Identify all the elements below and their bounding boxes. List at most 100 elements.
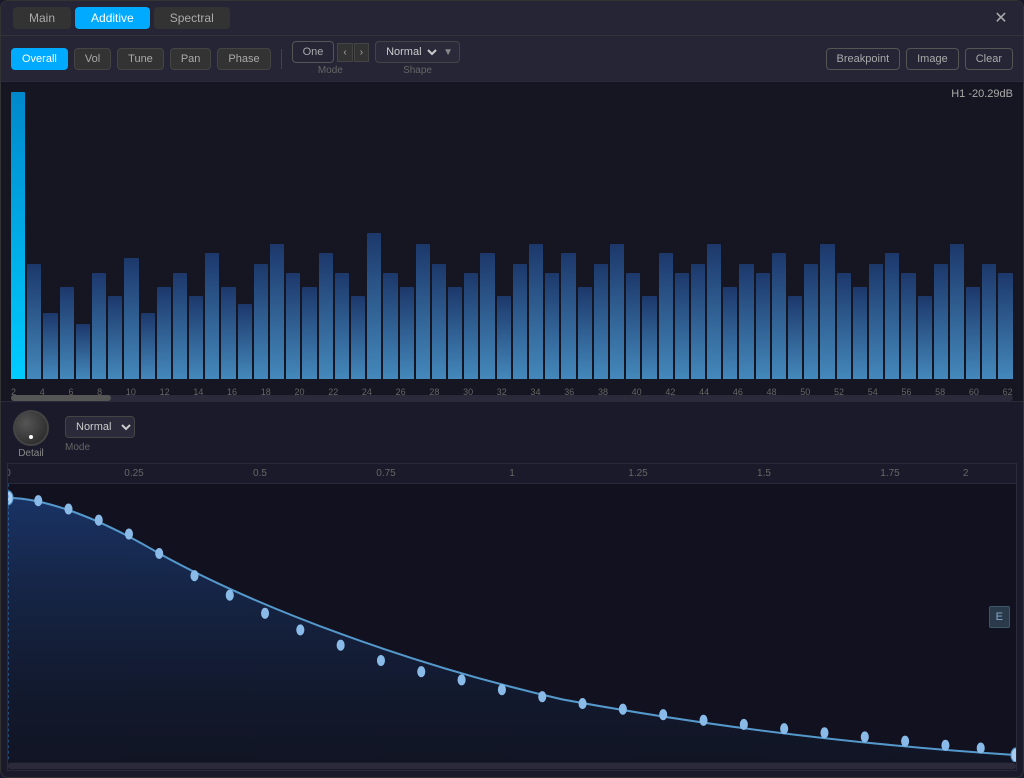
- tab-spectral[interactable]: Spectral: [154, 7, 230, 29]
- spectrum-bar-21: [351, 296, 365, 379]
- ctrl-pan[interactable]: Pan: [170, 48, 212, 70]
- bar-wrapper-17[interactable]: [286, 92, 300, 379]
- bar-wrapper-25[interactable]: [416, 92, 430, 379]
- envelope-e-button[interactable]: E: [989, 606, 1010, 628]
- bar-wrapper-34[interactable]: [561, 92, 575, 379]
- bar-wrapper-41[interactable]: [675, 92, 689, 379]
- spectrum-bar-17: [286, 273, 300, 379]
- nav-prev[interactable]: ‹: [337, 43, 352, 62]
- bar-wrapper-55[interactable]: [901, 92, 915, 379]
- image-button[interactable]: Image: [906, 48, 959, 70]
- mode-one-button[interactable]: One: [292, 41, 335, 63]
- bar-wrapper-57[interactable]: [934, 92, 948, 379]
- bar-wrapper-0[interactable]: [11, 92, 25, 379]
- spectrum-bar-58: [950, 244, 964, 379]
- bar-wrapper-32[interactable]: [529, 92, 543, 379]
- bar-wrapper-13[interactable]: [221, 92, 235, 379]
- ctrl-vol[interactable]: Vol: [74, 48, 111, 70]
- bar-wrapper-4[interactable]: [76, 92, 90, 379]
- bar-wrapper-20[interactable]: [335, 92, 349, 379]
- bar-wrapper-7[interactable]: [124, 92, 138, 379]
- envelope-area[interactable]: 00.250.50.7511.251.51.752: [7, 463, 1017, 771]
- spectrum-bars[interactable]: [11, 92, 1013, 379]
- bar-wrapper-18[interactable]: [302, 92, 316, 379]
- bar-wrapper-40[interactable]: [659, 92, 673, 379]
- bar-wrapper-30[interactable]: [497, 92, 511, 379]
- bar-wrapper-43[interactable]: [707, 92, 721, 379]
- detail-knob[interactable]: [13, 410, 49, 446]
- close-button[interactable]: ✕: [991, 8, 1011, 28]
- bar-wrapper-36[interactable]: [594, 92, 608, 379]
- bar-wrapper-50[interactable]: [820, 92, 834, 379]
- bar-wrapper-38[interactable]: [626, 92, 640, 379]
- lower-controls: Detail Normal Fine Coarse Mode: [1, 402, 1023, 463]
- spectrum-scrollbar[interactable]: [11, 395, 1013, 401]
- lower-mode-select[interactable]: Normal Fine Coarse: [65, 416, 135, 438]
- ctrl-overall[interactable]: Overall: [11, 48, 68, 70]
- ctrl-phase[interactable]: Phase: [217, 48, 270, 70]
- bar-wrapper-54[interactable]: [885, 92, 899, 379]
- spectrum-bar-44: [723, 287, 737, 379]
- bar-wrapper-61[interactable]: [998, 92, 1012, 379]
- bar-wrapper-46[interactable]: [756, 92, 770, 379]
- bar-wrapper-60[interactable]: [982, 92, 996, 379]
- env-canvas: [8, 484, 1016, 762]
- knob-dot: [29, 435, 33, 439]
- bar-wrapper-51[interactable]: [837, 92, 851, 379]
- bar-wrapper-24[interactable]: [400, 92, 414, 379]
- bar-wrapper-47[interactable]: [772, 92, 786, 379]
- bar-wrapper-58[interactable]: [950, 92, 964, 379]
- bar-wrapper-2[interactable]: [43, 92, 57, 379]
- bar-wrapper-1[interactable]: [27, 92, 41, 379]
- bar-wrapper-56[interactable]: [918, 92, 932, 379]
- bar-wrapper-8[interactable]: [141, 92, 155, 379]
- bar-wrapper-28[interactable]: [464, 92, 478, 379]
- bar-wrapper-15[interactable]: [254, 92, 268, 379]
- env-scrollbar[interactable]: [8, 762, 1016, 770]
- bar-wrapper-19[interactable]: [319, 92, 333, 379]
- tab-main[interactable]: Main: [13, 7, 71, 29]
- breakpoint-button[interactable]: Breakpoint: [826, 48, 901, 70]
- shape-dropdown[interactable]: Normal Linear Custom: [382, 45, 440, 59]
- bar-wrapper-44[interactable]: [723, 92, 737, 379]
- bar-wrapper-10[interactable]: [173, 92, 187, 379]
- ruler-mark-8: 2: [963, 468, 969, 479]
- ruler-mark-4: 1: [509, 468, 515, 479]
- ruler-mark-2: 0.5: [253, 468, 267, 479]
- bar-wrapper-52[interactable]: [853, 92, 867, 379]
- spectrum-bar-8: [141, 313, 155, 379]
- bar-wrapper-39[interactable]: [642, 92, 656, 379]
- spectrum-bar-26: [432, 264, 446, 379]
- bar-wrapper-21[interactable]: [351, 92, 365, 379]
- bar-wrapper-11[interactable]: [189, 92, 203, 379]
- ctrl-tune[interactable]: Tune: [117, 48, 164, 70]
- clear-button[interactable]: Clear: [965, 48, 1013, 70]
- bar-wrapper-14[interactable]: [238, 92, 252, 379]
- bar-wrapper-26[interactable]: [432, 92, 446, 379]
- bar-wrapper-5[interactable]: [92, 92, 106, 379]
- spectrum-bar-37: [610, 244, 624, 379]
- bar-wrapper-59[interactable]: [966, 92, 980, 379]
- bar-wrapper-45[interactable]: [739, 92, 753, 379]
- bar-wrapper-27[interactable]: [448, 92, 462, 379]
- bar-wrapper-53[interactable]: [869, 92, 883, 379]
- tab-additive[interactable]: Additive: [75, 7, 150, 29]
- bar-wrapper-6[interactable]: [108, 92, 122, 379]
- bar-wrapper-3[interactable]: [60, 92, 74, 379]
- bar-wrapper-23[interactable]: [383, 92, 397, 379]
- bar-wrapper-29[interactable]: [480, 92, 494, 379]
- bar-wrapper-48[interactable]: [788, 92, 802, 379]
- bar-wrapper-31[interactable]: [513, 92, 527, 379]
- bar-wrapper-35[interactable]: [578, 92, 592, 379]
- bar-wrapper-16[interactable]: [270, 92, 284, 379]
- nav-next[interactable]: ›: [354, 43, 369, 62]
- bar-wrapper-22[interactable]: [367, 92, 381, 379]
- scrollbar-thumb[interactable]: [11, 395, 111, 401]
- bar-wrapper-12[interactable]: [205, 92, 219, 379]
- env-scrollbar-thumb[interactable]: [8, 763, 1016, 769]
- bar-wrapper-42[interactable]: [691, 92, 705, 379]
- bar-wrapper-9[interactable]: [157, 92, 171, 379]
- bar-wrapper-49[interactable]: [804, 92, 818, 379]
- bar-wrapper-37[interactable]: [610, 92, 624, 379]
- bar-wrapper-33[interactable]: [545, 92, 559, 379]
